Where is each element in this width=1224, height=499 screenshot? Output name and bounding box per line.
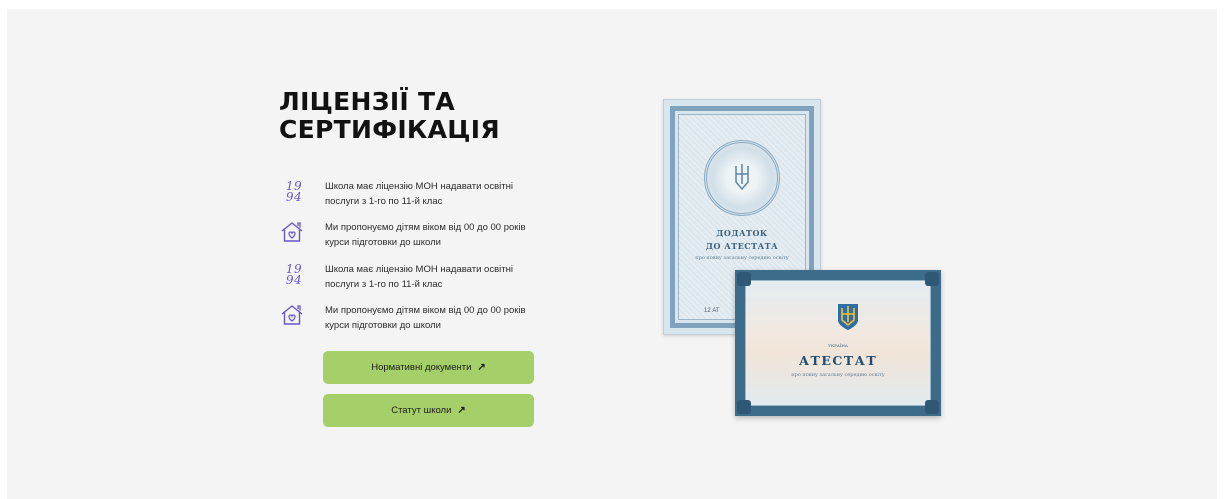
corner-ornament — [737, 400, 751, 414]
certificate-main-title: АТЕСТАТ — [798, 353, 878, 368]
house-heart-icon — [279, 219, 309, 249]
arrow-up-right-icon: ↗ — [477, 362, 486, 373]
feature-item: Ми пропонуємо дітям віком від 00 до 00 р… — [279, 302, 549, 338]
corner-ornament — [737, 272, 751, 286]
certificate-serial: 12 АТ — [704, 308, 720, 314]
feature-text: Школа має ліцензію МОН надавати освітні … — [325, 181, 513, 207]
certificate-subtitle: про повну загальну середню освіту — [695, 255, 789, 261]
year-1994-icon: 19 94 — [285, 262, 303, 287]
certificate-inner: УКРАЇНА АТЕСТАТ про повну загальну серед… — [745, 280, 931, 406]
certificate-country: УКРАЇНА — [828, 343, 848, 348]
school-charter-button[interactable]: Статут школи ↗ — [323, 394, 534, 427]
feature-item: Ми пропонуємо дітям віком від 00 до 00 р… — [279, 219, 549, 255]
arrow-up-right-icon: ↗ — [457, 405, 466, 416]
normative-documents-button[interactable]: Нормативні документи ↗ — [323, 351, 534, 384]
section-title: ЛІЦЕНЗІЇ ТА СЕРТИФІКАЦІЯ — [279, 87, 500, 144]
certificate-main-subtitle: про повну загальну середню освіту — [791, 372, 885, 378]
feature-item: 19 94 Школа має ліцензію МОН надавати ос… — [279, 178, 549, 214]
trident-icon — [735, 164, 749, 191]
feature-text: Школа має ліцензію МОН надавати освітні … — [325, 264, 513, 290]
year-1994-icon: 19 94 — [285, 179, 303, 204]
button-label: Статут школи — [391, 405, 452, 416]
feature-item: 19 94 Школа має ліцензію МОН надавати ос… — [279, 261, 549, 297]
licenses-section — [7, 9, 1217, 499]
button-label: Нормативні документи — [371, 362, 472, 373]
feature-text: Ми пропонуємо дітям віком від 00 до 00 р… — [325, 305, 526, 331]
coat-of-arms-icon — [838, 304, 858, 330]
certificate-title-line1: ДОДАТОК — [716, 228, 768, 238]
corner-ornament — [925, 272, 939, 286]
corner-ornament — [925, 400, 939, 414]
certificate-title-line2: ДО АТЕСТАТА — [705, 241, 779, 251]
feature-text: Ми пропонуємо дітям віком від 00 до 00 р… — [325, 222, 526, 248]
certificate-attestat-image: УКРАЇНА АТЕСТАТ про повну загальну серед… — [735, 270, 941, 416]
house-heart-icon — [279, 302, 309, 332]
